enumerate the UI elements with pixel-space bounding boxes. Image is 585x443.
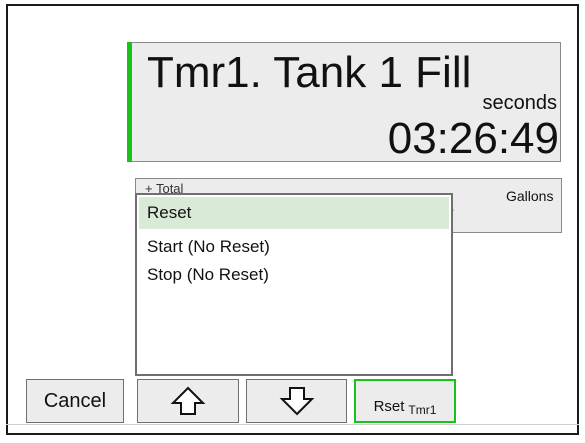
- reset-timer-button[interactable]: Rset Tmr1: [354, 379, 456, 423]
- arrow-up-icon: [170, 386, 206, 415]
- option-stop-no-reset[interactable]: Stop (No Reset): [139, 259, 449, 291]
- cancel-button[interactable]: Cancel: [26, 379, 124, 423]
- timer-name: Tmr1. Tank 1 Fill: [147, 48, 472, 97]
- reset-timer-sublabel: Tmr1: [408, 403, 437, 417]
- totalizer-units: Gallons: [506, 188, 554, 204]
- bottom-divider: [6, 424, 579, 425]
- option-reset[interactable]: Reset: [139, 197, 449, 229]
- timer-value: 03:26:49: [387, 114, 559, 163]
- up-button[interactable]: [137, 379, 239, 423]
- arrow-down-icon: [279, 387, 314, 416]
- timer-units: seconds: [482, 92, 558, 114]
- down-button[interactable]: [246, 379, 347, 423]
- reset-timer-label: Rset: [373, 397, 405, 415]
- action-dropdown[interactable]: Reset Start (No Reset) Stop (No Reset): [135, 193, 453, 376]
- timer-accent-bar: [127, 42, 132, 162]
